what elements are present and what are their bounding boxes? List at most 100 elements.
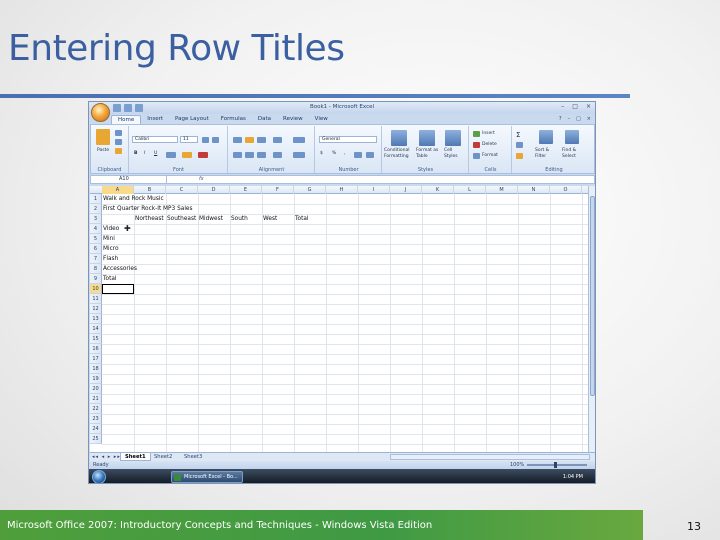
autosum-icon[interactable]: Σ xyxy=(516,131,520,139)
column-header-D[interactable]: D xyxy=(198,186,230,194)
row-header-23[interactable]: 23 xyxy=(90,414,102,424)
row-header-3[interactable]: 3 xyxy=(90,214,102,224)
tab-data[interactable]: Data xyxy=(252,115,277,124)
column-header-N[interactable]: N xyxy=(518,186,550,194)
underline-icon[interactable]: U xyxy=(154,151,157,156)
row-header-5[interactable]: 5 xyxy=(90,234,102,244)
indent-icon[interactable] xyxy=(273,152,282,158)
cell-C3[interactable]: Southeast xyxy=(166,214,196,224)
maximize-icon[interactable]: □ xyxy=(572,103,578,110)
paste-button[interactable]: Paste xyxy=(97,148,109,153)
vertical-scrollbar[interactable] xyxy=(588,186,595,452)
copy-icon[interactable] xyxy=(115,139,122,145)
cell-G3[interactable]: Total xyxy=(294,214,309,224)
conditional-formatting-icon[interactable] xyxy=(391,130,407,146)
office-button[interactable] xyxy=(91,103,110,122)
worksheet-grid[interactable]: ABCDEFGHIJKLMNO 1 2 3 4 5 6 7 8 9 10 11 12 13 14 15 16 1… xyxy=(90,186,588,452)
middle-align-icon[interactable] xyxy=(245,137,254,143)
wrap-text-icon[interactable] xyxy=(293,137,305,143)
align-left-icon[interactable] xyxy=(233,152,242,158)
insert-function-icon[interactable]: fx xyxy=(199,176,204,183)
currency-icon[interactable]: $ xyxy=(320,151,323,156)
row-header-13[interactable]: 13 xyxy=(90,314,102,324)
column-header-H[interactable]: H xyxy=(326,186,358,194)
format-button[interactable]: Format xyxy=(482,153,498,158)
column-header-B[interactable]: B xyxy=(134,186,166,194)
cell-A8[interactable]: Accessories xyxy=(102,264,137,274)
increase-decimal-icon[interactable] xyxy=(354,152,362,158)
help-icon[interactable]: ? xyxy=(559,116,562,122)
column-header-C[interactable]: C xyxy=(166,186,198,194)
row-header-20[interactable]: 20 xyxy=(90,384,102,394)
fill-color-icon[interactable] xyxy=(182,152,192,158)
column-header-L[interactable]: L xyxy=(454,186,486,194)
cell-A7[interactable]: Flash xyxy=(102,254,118,264)
column-header-F[interactable]: F xyxy=(262,186,294,194)
row-header-24[interactable]: 24 xyxy=(90,424,102,434)
cell-E3[interactable]: South xyxy=(230,214,248,224)
cell-A4[interactable]: Video xyxy=(102,224,119,234)
column-header-O[interactable]: O xyxy=(550,186,582,194)
insert-button[interactable]: Insert xyxy=(482,131,495,136)
bottom-align-icon[interactable] xyxy=(257,137,266,143)
comma-icon[interactable]: , xyxy=(344,151,345,156)
sheet-tab-sheet2[interactable]: Sheet2 xyxy=(150,453,176,461)
row-header-8[interactable]: 8 xyxy=(90,264,102,274)
find-select-button[interactable]: Find & Select xyxy=(562,148,588,160)
cell-A1[interactable]: Walk and Rock Music xyxy=(102,194,164,204)
column-header-M[interactable]: M xyxy=(486,186,518,194)
workbook-restore-icon[interactable]: □ xyxy=(576,116,581,122)
delete-icon[interactable] xyxy=(473,142,480,148)
sort-filter-button[interactable]: Sort & Filter xyxy=(535,148,559,160)
row-header-15[interactable]: 15 xyxy=(90,334,102,344)
shrink-font-icon[interactable] xyxy=(212,137,219,143)
cell-A2[interactable]: First Quarter Rock-It MP3 Sales xyxy=(102,204,193,214)
tab-view[interactable]: View xyxy=(309,115,334,124)
zoom-level[interactable]: 100% xyxy=(510,461,524,469)
row-header-17[interactable]: 17 xyxy=(90,354,102,364)
top-align-icon[interactable] xyxy=(233,137,242,143)
name-box[interactable]: A10 xyxy=(91,176,167,183)
tab-formulas[interactable]: Formulas xyxy=(215,115,252,124)
format-icon[interactable] xyxy=(473,153,480,159)
font-size-box[interactable]: 11 xyxy=(180,136,198,143)
row-header-12[interactable]: 12 xyxy=(90,304,102,314)
column-header-J[interactable]: J xyxy=(390,186,422,194)
tab-review[interactable]: Review xyxy=(277,115,309,124)
center-icon[interactable] xyxy=(245,152,254,158)
cell-F3[interactable]: West xyxy=(262,214,277,224)
row-header-10[interactable]: 10 xyxy=(90,284,102,294)
format-painter-icon[interactable] xyxy=(115,148,122,154)
row-header-7[interactable]: 7 xyxy=(90,254,102,264)
cell-B3[interactable]: Northeast xyxy=(134,214,164,224)
row-header-1[interactable]: 1 xyxy=(90,194,102,204)
row-header-22[interactable]: 22 xyxy=(90,404,102,414)
sort-filter-icon[interactable] xyxy=(539,130,553,144)
row-header-21[interactable]: 21 xyxy=(90,394,102,404)
row-header-2[interactable]: 2 xyxy=(90,204,102,214)
sheet-tab-sheet1[interactable]: Sheet1 xyxy=(120,453,151,461)
find-select-icon[interactable] xyxy=(565,130,579,144)
row-header-11[interactable]: 11 xyxy=(90,294,102,304)
close-icon[interactable]: × xyxy=(586,103,591,110)
column-header-A[interactable]: A xyxy=(102,186,134,194)
paste-icon[interactable] xyxy=(96,129,110,145)
workbook-minimize-icon[interactable]: – xyxy=(568,116,571,122)
delete-button[interactable]: Delete xyxy=(482,142,497,147)
align-right-icon[interactable] xyxy=(257,152,266,158)
cell-A9[interactable]: Total xyxy=(102,274,117,284)
conditional-formatting-button[interactable]: Conditional Formatting xyxy=(384,148,414,160)
workbook-close-icon[interactable]: × xyxy=(587,116,591,122)
column-header-E[interactable]: E xyxy=(230,186,262,194)
font-name-box[interactable]: Calibri xyxy=(132,136,178,143)
cell-D3[interactable]: Midwest xyxy=(198,214,223,224)
horizontal-scrollbar[interactable] xyxy=(390,454,590,460)
row-header-25[interactable]: 25 xyxy=(90,434,102,444)
column-header-I[interactable]: I xyxy=(358,186,390,194)
borders-icon[interactable] xyxy=(166,152,176,158)
italic-icon[interactable]: I xyxy=(144,151,145,156)
row-header-19[interactable]: 19 xyxy=(90,374,102,384)
row-header-16[interactable]: 16 xyxy=(90,344,102,354)
tab-home[interactable]: Home xyxy=(111,115,142,124)
font-color-icon[interactable] xyxy=(198,152,208,158)
